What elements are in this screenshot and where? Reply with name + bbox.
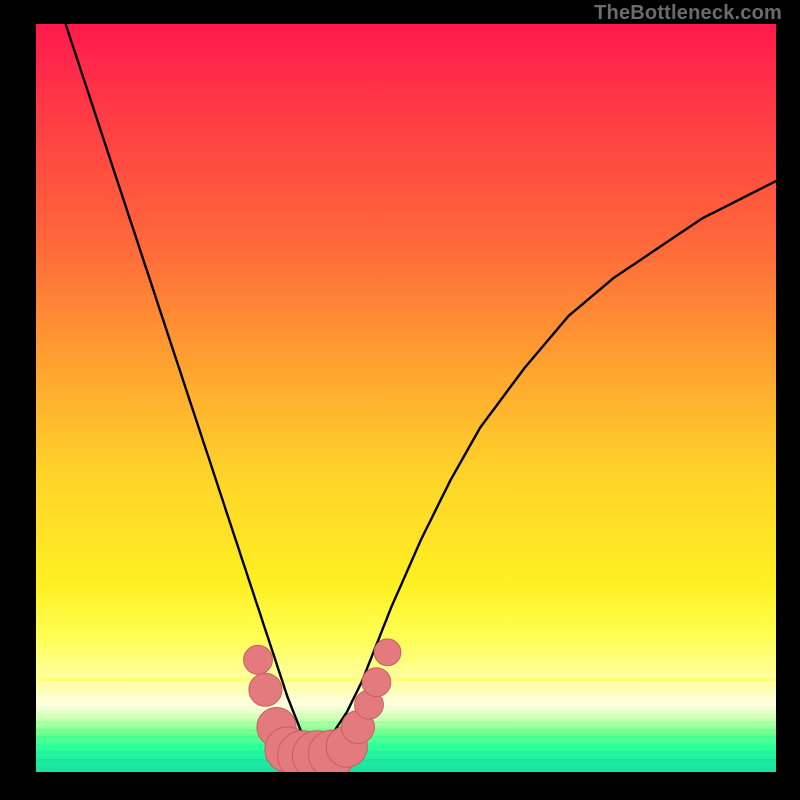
- chart-frame: TheBottleneck.com: [0, 0, 800, 800]
- data-marker: [249, 673, 282, 706]
- watermark-text: TheBottleneck.com: [594, 2, 782, 25]
- data-marker: [244, 645, 273, 674]
- data-marker: [374, 639, 401, 666]
- marker-group: [244, 639, 401, 772]
- plot-area: [36, 24, 776, 772]
- data-marker: [362, 668, 391, 697]
- curve-layer: [36, 24, 776, 772]
- curve-group: [66, 24, 776, 750]
- bottleneck-curve: [66, 24, 776, 750]
